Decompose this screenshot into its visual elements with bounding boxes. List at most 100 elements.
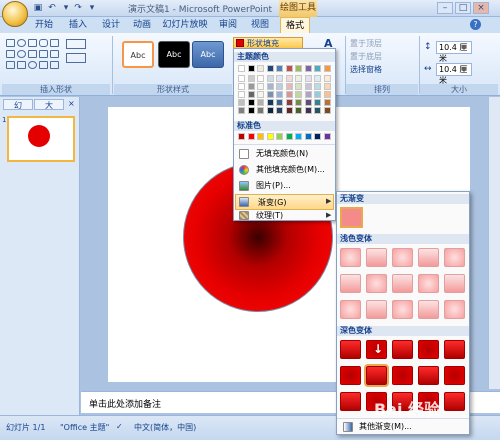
tab-format[interactable]: 格式 xyxy=(280,17,310,33)
width-input[interactable]: 10.4 厘米 xyxy=(436,63,472,85)
theme-color-swatch[interactable] xyxy=(276,65,283,72)
theme-color-swatch[interactable] xyxy=(247,91,255,98)
theme-color-swatch[interactable] xyxy=(295,75,302,82)
gradient-variant-swatch[interactable] xyxy=(418,366,439,385)
textbox-icon[interactable] xyxy=(66,53,86,63)
tab-insert[interactable]: 插入 xyxy=(64,17,92,33)
shape-icon[interactable] xyxy=(50,61,59,69)
theme-color-swatch[interactable] xyxy=(276,75,283,82)
save-icon[interactable]: ▣ xyxy=(32,2,44,14)
tab-animations[interactable]: 动画 xyxy=(128,17,156,33)
undo-dropdown-icon[interactable]: ▾ xyxy=(60,2,72,14)
gradient-variant-swatch[interactable] xyxy=(418,300,439,319)
theme-color-swatch[interactable] xyxy=(247,65,255,72)
standard-color-swatch[interactable] xyxy=(295,133,302,140)
theme-color-swatch[interactable] xyxy=(247,75,255,82)
shape-icon[interactable] xyxy=(50,39,59,47)
theme-color-swatch[interactable] xyxy=(304,75,312,82)
theme-color-swatch[interactable] xyxy=(304,99,312,106)
shape-icon[interactable] xyxy=(28,50,37,58)
theme-color-swatch[interactable] xyxy=(266,91,274,98)
theme-color-swatch[interactable] xyxy=(304,107,312,114)
gradient-variant-swatch[interactable] xyxy=(444,300,465,319)
standard-color-swatch[interactable] xyxy=(238,133,245,140)
close-pane-icon[interactable]: × xyxy=(68,99,75,108)
menu-item-gradient[interactable]: 渐变(G) xyxy=(235,194,334,210)
height-input[interactable]: 10.4 厘米 xyxy=(436,41,472,63)
menu-item-texture[interactable]: 纹理(T) xyxy=(234,210,335,221)
standard-color-swatch[interactable] xyxy=(247,133,255,140)
maximize-button[interactable]: □ xyxy=(455,2,471,14)
tab-slides[interactable]: 幻 xyxy=(3,99,33,110)
tab-design[interactable]: 设计 xyxy=(97,17,125,33)
theme-color-swatch[interactable] xyxy=(314,107,321,114)
gradient-variant-swatch[interactable] xyxy=(340,392,361,411)
theme-color-swatch[interactable] xyxy=(257,83,264,90)
standard-color-swatch[interactable] xyxy=(266,133,274,140)
gradient-variant-swatch[interactable] xyxy=(392,300,413,319)
theme-color-swatch[interactable] xyxy=(238,75,245,82)
theme-color-swatch[interactable] xyxy=(285,83,293,90)
theme-color-swatch[interactable] xyxy=(266,65,274,72)
theme-color-swatch[interactable] xyxy=(247,99,255,106)
shape-style-sample-3[interactable]: Abc xyxy=(192,41,224,68)
theme-color-swatch[interactable] xyxy=(304,91,312,98)
theme-color-swatch[interactable] xyxy=(276,83,283,90)
gradient-variant-swatch[interactable] xyxy=(366,248,387,267)
spellcheck-icon[interactable]: ✓ xyxy=(116,422,123,431)
standard-color-swatch[interactable] xyxy=(257,133,264,140)
theme-color-swatch[interactable] xyxy=(295,65,302,72)
theme-color-swatch[interactable] xyxy=(247,83,255,90)
standard-colors-row[interactable] xyxy=(238,133,334,142)
gradient-variant-swatch[interactable] xyxy=(392,366,413,385)
gradient-variant-swatch[interactable] xyxy=(364,364,389,387)
no-gradient-swatch[interactable] xyxy=(340,207,363,228)
theme-color-swatch[interactable] xyxy=(257,65,264,72)
gradient-variant-swatch[interactable] xyxy=(366,274,387,293)
menu-item-more-colors[interactable]: 其他填充颜色(M)... xyxy=(234,162,335,178)
theme-color-swatch[interactable] xyxy=(323,83,331,90)
shape-icon[interactable] xyxy=(50,50,59,58)
standard-color-swatch[interactable] xyxy=(314,133,321,140)
theme-color-swatch[interactable] xyxy=(238,107,245,114)
theme-color-swatch[interactable] xyxy=(257,91,264,98)
theme-color-swatch[interactable] xyxy=(257,75,264,82)
shape-style-sample-1[interactable]: Abc xyxy=(122,41,154,68)
gradient-variant-swatch[interactable] xyxy=(444,274,465,293)
gradient-variant-swatch[interactable] xyxy=(340,300,361,319)
gradient-variant-swatch[interactable] xyxy=(392,274,413,293)
theme-color-swatch[interactable] xyxy=(295,91,302,98)
minimize-button[interactable]: – xyxy=(437,2,453,14)
shape-icon[interactable] xyxy=(39,61,48,69)
gradient-variant-swatch[interactable] xyxy=(366,300,387,319)
theme-color-swatch[interactable] xyxy=(285,91,293,98)
theme-color-swatch[interactable] xyxy=(266,75,274,82)
redo-icon[interactable]: ↷ xyxy=(72,2,84,14)
gradient-variant-swatch[interactable] xyxy=(418,248,439,267)
theme-color-swatch[interactable] xyxy=(314,91,321,98)
gradient-variant-swatch[interactable] xyxy=(340,366,361,385)
gradient-variant-swatch[interactable] xyxy=(340,248,361,267)
send-to-back-button[interactable]: 置于底层 xyxy=(350,51,382,63)
gradient-variant-swatch[interactable] xyxy=(444,248,465,267)
shape-icon[interactable] xyxy=(28,61,37,69)
light-variations-grid[interactable] xyxy=(340,248,468,324)
gradient-variant-swatch[interactable] xyxy=(444,366,465,385)
gradient-variant-swatch[interactable] xyxy=(418,340,439,359)
theme-color-swatch[interactable] xyxy=(285,65,293,72)
more-gradients-item[interactable]: 其他渐变(M)... xyxy=(337,420,469,434)
theme-color-swatch[interactable] xyxy=(295,99,302,106)
standard-color-swatch[interactable] xyxy=(323,133,331,140)
gradient-variant-swatch[interactable] xyxy=(444,392,465,411)
theme-color-swatch[interactable] xyxy=(266,83,274,90)
customize-toolbar-icon[interactable]: ▾ xyxy=(86,2,98,14)
theme-color-swatch[interactable] xyxy=(247,107,255,114)
theme-color-swatch[interactable] xyxy=(314,83,321,90)
tab-outline[interactable]: 大 xyxy=(34,99,64,110)
theme-color-swatch[interactable] xyxy=(323,75,331,82)
standard-color-swatch[interactable] xyxy=(304,133,312,140)
theme-color-swatch[interactable] xyxy=(238,91,245,98)
theme-color-swatch[interactable] xyxy=(266,107,274,114)
oval-shape-icon[interactable] xyxy=(17,39,26,47)
theme-color-swatch[interactable] xyxy=(276,107,283,114)
